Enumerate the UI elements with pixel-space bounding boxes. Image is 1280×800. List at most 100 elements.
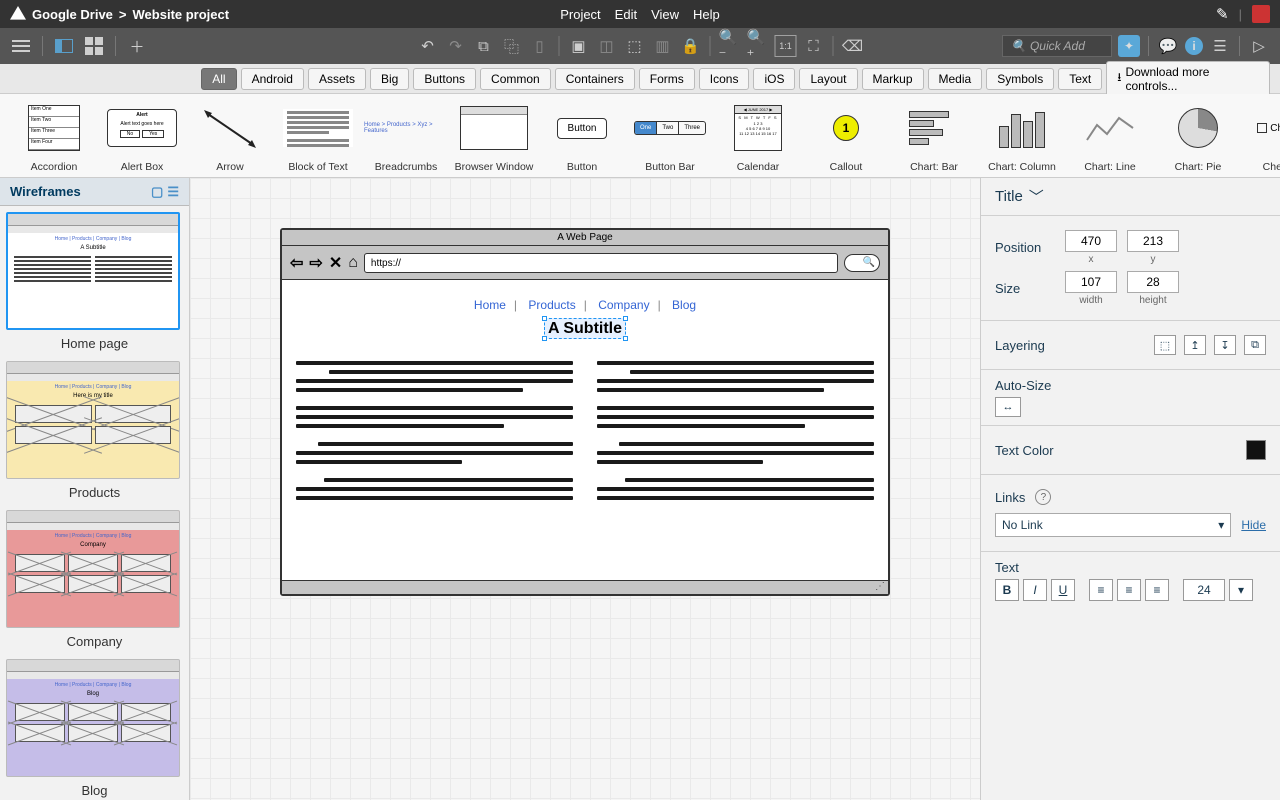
autosize-label: Auto-Size <box>995 378 1266 393</box>
wireframe-company[interactable]: Home | Products | Company | Blog Company… <box>6 510 183 649</box>
palette-calendar[interactable]: ◀ JUNE 2017 ▶ S M T W T F S 1 2 3 4 5 6 … <box>714 94 802 177</box>
menu-view[interactable]: View <box>651 7 679 22</box>
tab-markup[interactable]: Markup <box>862 68 924 90</box>
panel-view-icon[interactable]: ▢ <box>151 184 163 200</box>
add-icon[interactable]: ＋ <box>126 35 148 57</box>
hamburger-icon[interactable] <box>10 35 32 57</box>
tab-buttons[interactable]: Buttons <box>413 68 476 90</box>
palette-alert[interactable]: Alert Alert text goes here No Yes Alert … <box>98 94 186 177</box>
fullscreen-icon[interactable]: ⛶ <box>803 35 825 57</box>
paste-icon[interactable]: ⿻ <box>501 35 523 57</box>
palette-breadcrumbs[interactable]: Home > Products > Xyz > Features Breadcr… <box>362 94 450 177</box>
notes-icon[interactable]: ☰ <box>1209 35 1231 57</box>
align-left-button[interactable]: ≡ <box>1089 579 1113 601</box>
send-to-back-icon[interactable]: ⧉ <box>1244 335 1266 355</box>
bring-to-front-icon[interactable]: ↥ <box>1184 335 1206 355</box>
palette-chart-pie[interactable]: Chart: Pie <box>1154 94 1242 177</box>
palette-chart-line[interactable]: Chart: Line <box>1066 94 1154 177</box>
comments-icon[interactable]: 💬 <box>1157 35 1179 57</box>
palette-callout[interactable]: 1 Callout <box>802 94 890 177</box>
fontsize-dropdown[interactable]: ▾ <box>1229 579 1253 601</box>
download-icon: ⭳ <box>1117 68 1121 89</box>
lock-icon[interactable]: 🔒 <box>680 35 702 57</box>
underline-button[interactable]: U <box>1051 579 1075 601</box>
textcolor-swatch[interactable] <box>1246 440 1266 460</box>
pos-x-input[interactable] <box>1065 230 1117 252</box>
zoom-in-icon[interactable]: 🔍⁺ <box>747 35 769 57</box>
bring-front-icon[interactable]: ⬚ <box>624 35 646 57</box>
redo-icon[interactable]: ↷ <box>445 35 467 57</box>
palette-checkbox[interactable]: Checkbox Checkbox <box>1242 94 1280 177</box>
tab-big[interactable]: Big <box>370 68 409 90</box>
user-avatar[interactable] <box>1252 5 1270 23</box>
zoom-reset-icon[interactable]: 1:1 <box>775 35 797 57</box>
fontsize-input[interactable]: 24 <box>1183 579 1225 601</box>
undo-icon[interactable]: ↶ <box>417 35 439 57</box>
palette-chart-bar[interactable]: Chart: Bar <box>890 94 978 177</box>
wireframe-blog[interactable]: Home | Products | Company | Blog Blog Bl… <box>6 659 183 798</box>
info-icon[interactable]: i <box>1185 37 1203 55</box>
quick-add-input[interactable]: 🔍 Quick Add <box>1002 35 1112 57</box>
doc-icon[interactable]: ▯ <box>529 35 551 57</box>
tab-icons[interactable]: Icons <box>699 68 750 90</box>
sidebar-view-icon[interactable] <box>53 35 75 57</box>
play-icon[interactable]: ▷ <box>1248 35 1270 57</box>
palette-buttonbar[interactable]: One Two Three Button Bar <box>626 94 714 177</box>
tab-containers[interactable]: Containers <box>555 68 635 90</box>
browser-mockup[interactable]: A Web Page ⇦ ⇨ ✕ ⌂ https:// 🔍 Home| Prod… <box>280 228 890 596</box>
tab-forms[interactable]: Forms <box>639 68 695 90</box>
height-input[interactable] <box>1127 271 1179 293</box>
palette-button[interactable]: Button Button <box>538 94 626 177</box>
bring-forward-icon[interactable]: ⬚ <box>1154 335 1176 355</box>
tab-symbols[interactable]: Symbols <box>986 68 1054 90</box>
tab-common[interactable]: Common <box>480 68 551 90</box>
width-input[interactable] <box>1065 271 1117 293</box>
palette-accordion[interactable]: Item One Item Two Item Three Item Four A… <box>10 94 98 177</box>
grid-view-icon[interactable] <box>83 35 105 57</box>
tab-text[interactable]: Text <box>1058 68 1102 90</box>
copy-icon[interactable]: ⧉ <box>473 35 495 57</box>
selected-subtitle[interactable]: A Subtitle <box>296 320 874 338</box>
help-icon[interactable]: ? <box>1035 489 1051 505</box>
tab-all[interactable]: All <box>201 68 236 90</box>
tab-android[interactable]: Android <box>241 68 304 90</box>
italic-button[interactable]: I <box>1023 579 1047 601</box>
breadcrumb: Google Drive > Website project <box>10 6 229 22</box>
menu-edit[interactable]: Edit <box>615 7 637 22</box>
menu-project[interactable]: Project <box>560 7 600 22</box>
tab-assets[interactable]: Assets <box>308 68 366 90</box>
send-backward-icon[interactable]: ↧ <box>1214 335 1236 355</box>
panel-list-icon[interactable]: ☰ <box>167 184 179 200</box>
hide-link[interactable]: Hide <box>1241 518 1266 532</box>
palette-blocktext[interactable]: Block of Text <box>274 94 362 177</box>
download-more-button[interactable]: ⭳ Download more controls... <box>1106 61 1270 97</box>
breadcrumb-root[interactable]: Google Drive <box>32 7 113 22</box>
breadcrumb-project[interactable]: Website project <box>133 7 230 22</box>
wireframes-panel: Wireframes ▢ ☰ Home | Products | Company… <box>0 178 190 800</box>
palette-chart-column[interactable]: Chart: Column <box>978 94 1066 177</box>
pos-y-input[interactable] <box>1127 230 1179 252</box>
wireframe-products[interactable]: Home | Products | Company | Blog Here is… <box>6 361 183 500</box>
ungroup-icon[interactable]: ◫ <box>596 35 618 57</box>
mock-text-columns <box>296 356 874 514</box>
palette-browser[interactable]: Browser Window <box>450 94 538 177</box>
autosize-button[interactable]: ↔ <box>995 397 1021 417</box>
align-icon[interactable]: ▥ <box>652 35 674 57</box>
align-right-button[interactable]: ≡ <box>1145 579 1169 601</box>
chevron-down-icon[interactable]: ﹀ <box>1029 186 1044 207</box>
align-center-button[interactable]: ≡ <box>1117 579 1141 601</box>
delete-icon[interactable]: ⌫ <box>842 35 864 57</box>
edit-name-icon[interactable]: ✎ <box>1216 5 1229 23</box>
tab-layout[interactable]: Layout <box>799 68 857 90</box>
bold-button[interactable]: B <box>995 579 1019 601</box>
tab-ios[interactable]: iOS <box>753 68 795 90</box>
group-icon[interactable]: ▣ <box>568 35 590 57</box>
canvas[interactable]: A Web Page ⇦ ⇨ ✕ ⌂ https:// 🔍 Home| Prod… <box>190 178 980 800</box>
tab-media[interactable]: Media <box>928 68 983 90</box>
quick-add-button[interactable]: ✦ <box>1118 35 1140 57</box>
menu-help[interactable]: Help <box>693 7 720 22</box>
link-select[interactable]: No Link▾ <box>995 513 1231 537</box>
wireframe-home[interactable]: Home | Products | Company | Blog A Subti… <box>6 212 183 351</box>
palette-arrow[interactable]: Arrow <box>186 94 274 177</box>
zoom-out-icon[interactable]: 🔍⁻ <box>719 35 741 57</box>
